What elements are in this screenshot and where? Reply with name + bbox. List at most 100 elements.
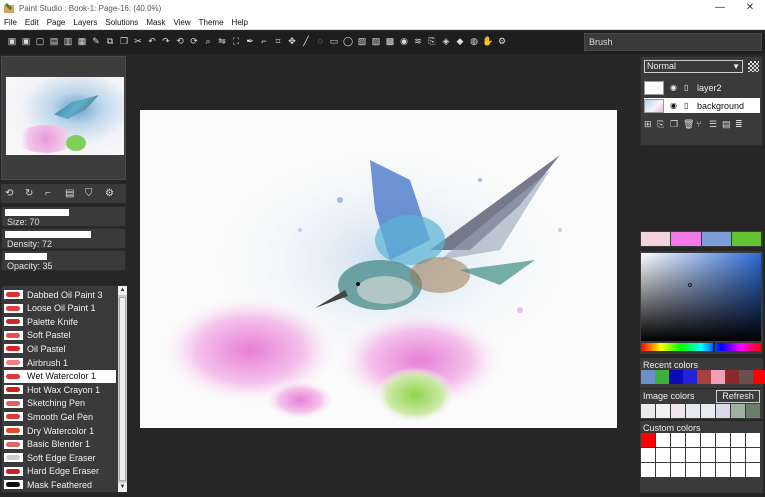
color-cell[interactable] <box>656 448 670 462</box>
color-cell[interactable] <box>671 404 685 418</box>
color-cell[interactable] <box>746 463 760 477</box>
brush-name-field[interactable]: Brush <box>584 33 762 51</box>
refresh-icon[interactable]: ↻ <box>25 188 37 200</box>
color-cell[interactable] <box>656 433 670 447</box>
undo-icon[interactable]: ↶ <box>146 35 158 47</box>
lock-icon[interactable]: ▯ <box>684 83 694 92</box>
maximize-button[interactable] <box>706 0 734 16</box>
settings-icon[interactable]: ⚙ <box>105 188 117 200</box>
crop-icon[interactable]: ⌗ <box>272 35 284 47</box>
smudge-icon[interactable]: ≋ <box>412 35 424 47</box>
color-cell[interactable] <box>716 404 730 418</box>
color-cell[interactable] <box>671 463 685 477</box>
color-cell[interactable] <box>656 463 670 477</box>
layers-icon[interactable]: ▤ <box>65 188 77 200</box>
merge-icon[interactable]: ⑂ <box>696 119 706 129</box>
painting-canvas[interactable] <box>140 110 617 428</box>
color-swatch[interactable] <box>701 232 731 246</box>
settings-icon[interactable]: ⚙ <box>496 35 508 47</box>
hand-icon[interactable]: ✋ <box>482 35 494 47</box>
brush-list-scrollbar[interactable]: ▲ ▼ <box>118 286 127 492</box>
ellipse-icon[interactable]: ◯ <box>342 35 354 47</box>
color-cell[interactable] <box>655 370 669 384</box>
opacity-slider[interactable]: Opacity: 35 <box>1 250 126 271</box>
brush-list-item[interactable]: Mask Feathered <box>4 478 116 491</box>
navigator-preview[interactable] <box>6 77 124 155</box>
color-cell[interactable] <box>711 370 725 384</box>
brush-list-item[interactable]: Wet Watercolor 1 <box>4 369 116 383</box>
color-cell[interactable] <box>686 404 700 418</box>
rotate-icon[interactable]: ⟲ <box>5 188 17 200</box>
brush-list-item[interactable]: Palette Knife <box>4 315 116 328</box>
brush-list-item[interactable]: Loose Oil Paint 1 <box>4 302 116 315</box>
delete-layer-icon[interactable]: 🗑 <box>683 119 694 129</box>
brush-tool-icon[interactable]: ✎ <box>90 35 102 47</box>
import-layer-icon[interactable]: ⎘ <box>657 119 667 129</box>
menu-solutions[interactable]: Solutions <box>101 18 142 27</box>
pipette-icon[interactable]: ⌐ <box>45 188 57 200</box>
save-as-icon[interactable]: ▣ <box>20 35 32 47</box>
color-cell[interactable] <box>641 463 655 477</box>
color-cell[interactable] <box>641 370 655 384</box>
color-cell[interactable] <box>716 433 730 447</box>
color-cell[interactable] <box>753 370 765 384</box>
save-icon[interactable]: ▣ <box>6 35 18 47</box>
color-swatch[interactable] <box>641 232 671 246</box>
paste-icon[interactable]: ⧉ <box>104 35 116 47</box>
duplicate-layer-icon[interactable]: ❐ <box>670 119 680 129</box>
brush-list-item[interactable]: Hard Edge Eraser <box>4 465 116 478</box>
brush-list-item[interactable]: Airbrush 1 <box>4 356 116 369</box>
menu-theme[interactable]: Theme <box>195 18 228 27</box>
visibility-eye-icon[interactable]: ◉ <box>670 83 680 92</box>
color-cell[interactable] <box>746 433 760 447</box>
brush-list-item[interactable]: Sketching Pen <box>4 397 116 410</box>
refresh-button[interactable]: Refresh <box>716 390 760 403</box>
properties-icon[interactable]: ▤ <box>722 119 732 129</box>
brush-list-item[interactable]: Basic Blender 1 <box>4 438 116 451</box>
clone-icon[interactable]: ⎘ <box>426 35 438 47</box>
import-icon[interactable]: ▤ <box>48 35 60 47</box>
line-icon[interactable]: ╱ <box>300 35 312 47</box>
list-icon[interactable]: ≣ <box>735 119 745 129</box>
redo-icon[interactable]: ↷ <box>160 35 172 47</box>
rotate-right-icon[interactable]: ⟳ <box>188 35 200 47</box>
lasso-icon[interactable]: ◌ <box>314 35 326 47</box>
copy-icon[interactable]: ❐ <box>118 35 130 47</box>
color-swatch[interactable] <box>731 232 761 246</box>
density-slider[interactable]: Density: 72 <box>1 228 126 249</box>
menu-mask[interactable]: Mask <box>142 18 169 27</box>
zoom-icon[interactable]: ⌕ <box>202 35 214 47</box>
rect-icon[interactable]: ▭ <box>328 35 340 47</box>
blur-icon[interactable]: ◍ <box>468 35 480 47</box>
color-cell[interactable] <box>671 448 685 462</box>
size-slider[interactable]: Size: 70 <box>1 206 126 227</box>
picker-cursor[interactable] <box>688 283 692 287</box>
color-cell[interactable] <box>669 370 683 384</box>
align-icon[interactable]: ☰ <box>709 119 719 129</box>
hue-slider-handle[interactable] <box>713 342 715 352</box>
color-cell[interactable] <box>731 448 745 462</box>
brush-list-item[interactable]: Hot Wax Crayon 1 <box>4 383 116 396</box>
color-cell[interactable] <box>701 448 715 462</box>
stamp-icon[interactable]: ◆ <box>454 35 466 47</box>
color-cell[interactable] <box>641 448 655 462</box>
texture-icon[interactable]: ▩ <box>384 35 396 47</box>
color-cell[interactable] <box>686 433 700 447</box>
menu-page[interactable]: Page <box>43 18 70 27</box>
color-cell[interactable] <box>701 433 715 447</box>
eyedropper-icon[interactable]: ⌐ <box>258 35 270 47</box>
rotate-left-icon[interactable]: ⟲ <box>174 35 186 47</box>
menu-file[interactable]: File <box>0 18 21 27</box>
layer-row-layer2[interactable]: ◉ ▯ layer2 <box>644 80 760 95</box>
zoom-fit-icon[interactable]: ⛶ <box>230 35 242 47</box>
brush-list-item[interactable]: Soft Pastel <box>4 329 116 342</box>
scroll-down-button[interactable]: ▼ <box>118 483 127 492</box>
brush-list-item[interactable]: Smooth Gel Pen <box>4 410 116 423</box>
sharpen-icon[interactable]: ◈ <box>440 35 452 47</box>
menu-layers[interactable]: Layers <box>69 18 101 27</box>
fill-icon[interactable]: ▨ <box>356 35 368 47</box>
add-layer-icon[interactable]: ⊞ <box>644 119 654 129</box>
print-icon[interactable]: ▦ <box>76 35 88 47</box>
color-cell[interactable] <box>716 448 730 462</box>
brush-list-item[interactable]: Oil Pastel <box>4 342 116 355</box>
